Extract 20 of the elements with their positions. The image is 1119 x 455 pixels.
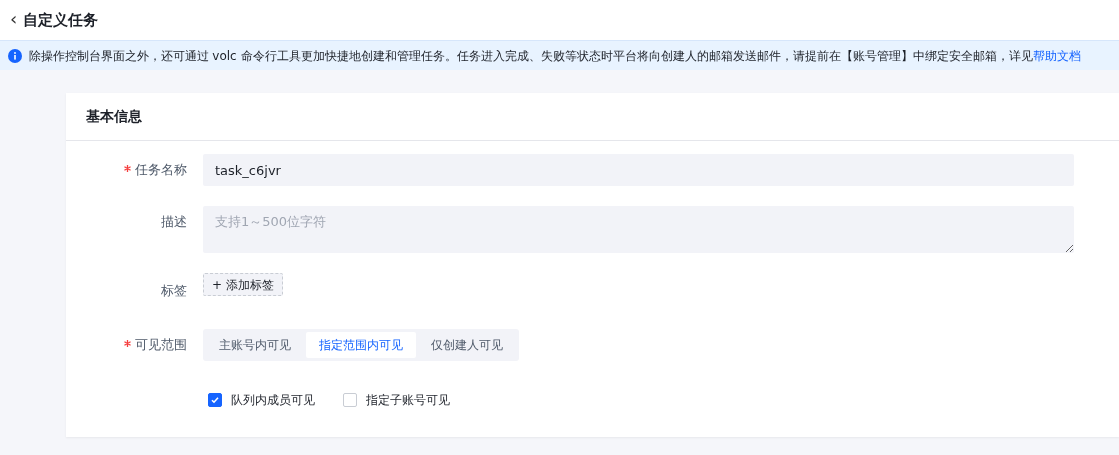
- scope-option[interactable]: 仅创建人可见: [418, 331, 516, 358]
- field-label: 标签: [161, 283, 187, 298]
- page-title: 自定义任务: [23, 9, 99, 31]
- back-button[interactable]: ‹: [10, 10, 24, 30]
- scope-option[interactable]: 指定范围内可见: [306, 331, 416, 358]
- description-field[interactable]: 支持1～500位字符: [203, 206, 1074, 253]
- info-icon: [8, 48, 22, 63]
- scope-option[interactable]: 主账号内可见: [206, 331, 304, 358]
- notice-text: 除操作控制台界面之外，还可通过 volc 命令行工具更加快捷地创建和管理任务。任务进入完成、失败等状态时平台将向创建人的邮箱发送邮件，请提前在【账号管理】中绑定安全邮箱，详见帮助文档: [28, 47, 1081, 65]
- check-icon: [210, 394, 220, 405]
- checkbox[interactable]: [208, 392, 222, 407]
- field-label: 描述: [161, 214, 187, 229]
- name-field[interactable]: task_c6jvr: [203, 154, 1074, 186]
- field-label: 任务名称: [135, 162, 187, 177]
- checkbox-label: 指定子账号可见: [366, 391, 450, 409]
- checkbox-label: 队列内成员可见: [231, 391, 315, 409]
- add-tag-button[interactable]: + 添加标签: [203, 273, 283, 296]
- field-label: 可见范围: [135, 336, 187, 352]
- help-link[interactable]: 帮助文档: [1032, 48, 1081, 63]
- section-title: 基本信息: [86, 107, 142, 126]
